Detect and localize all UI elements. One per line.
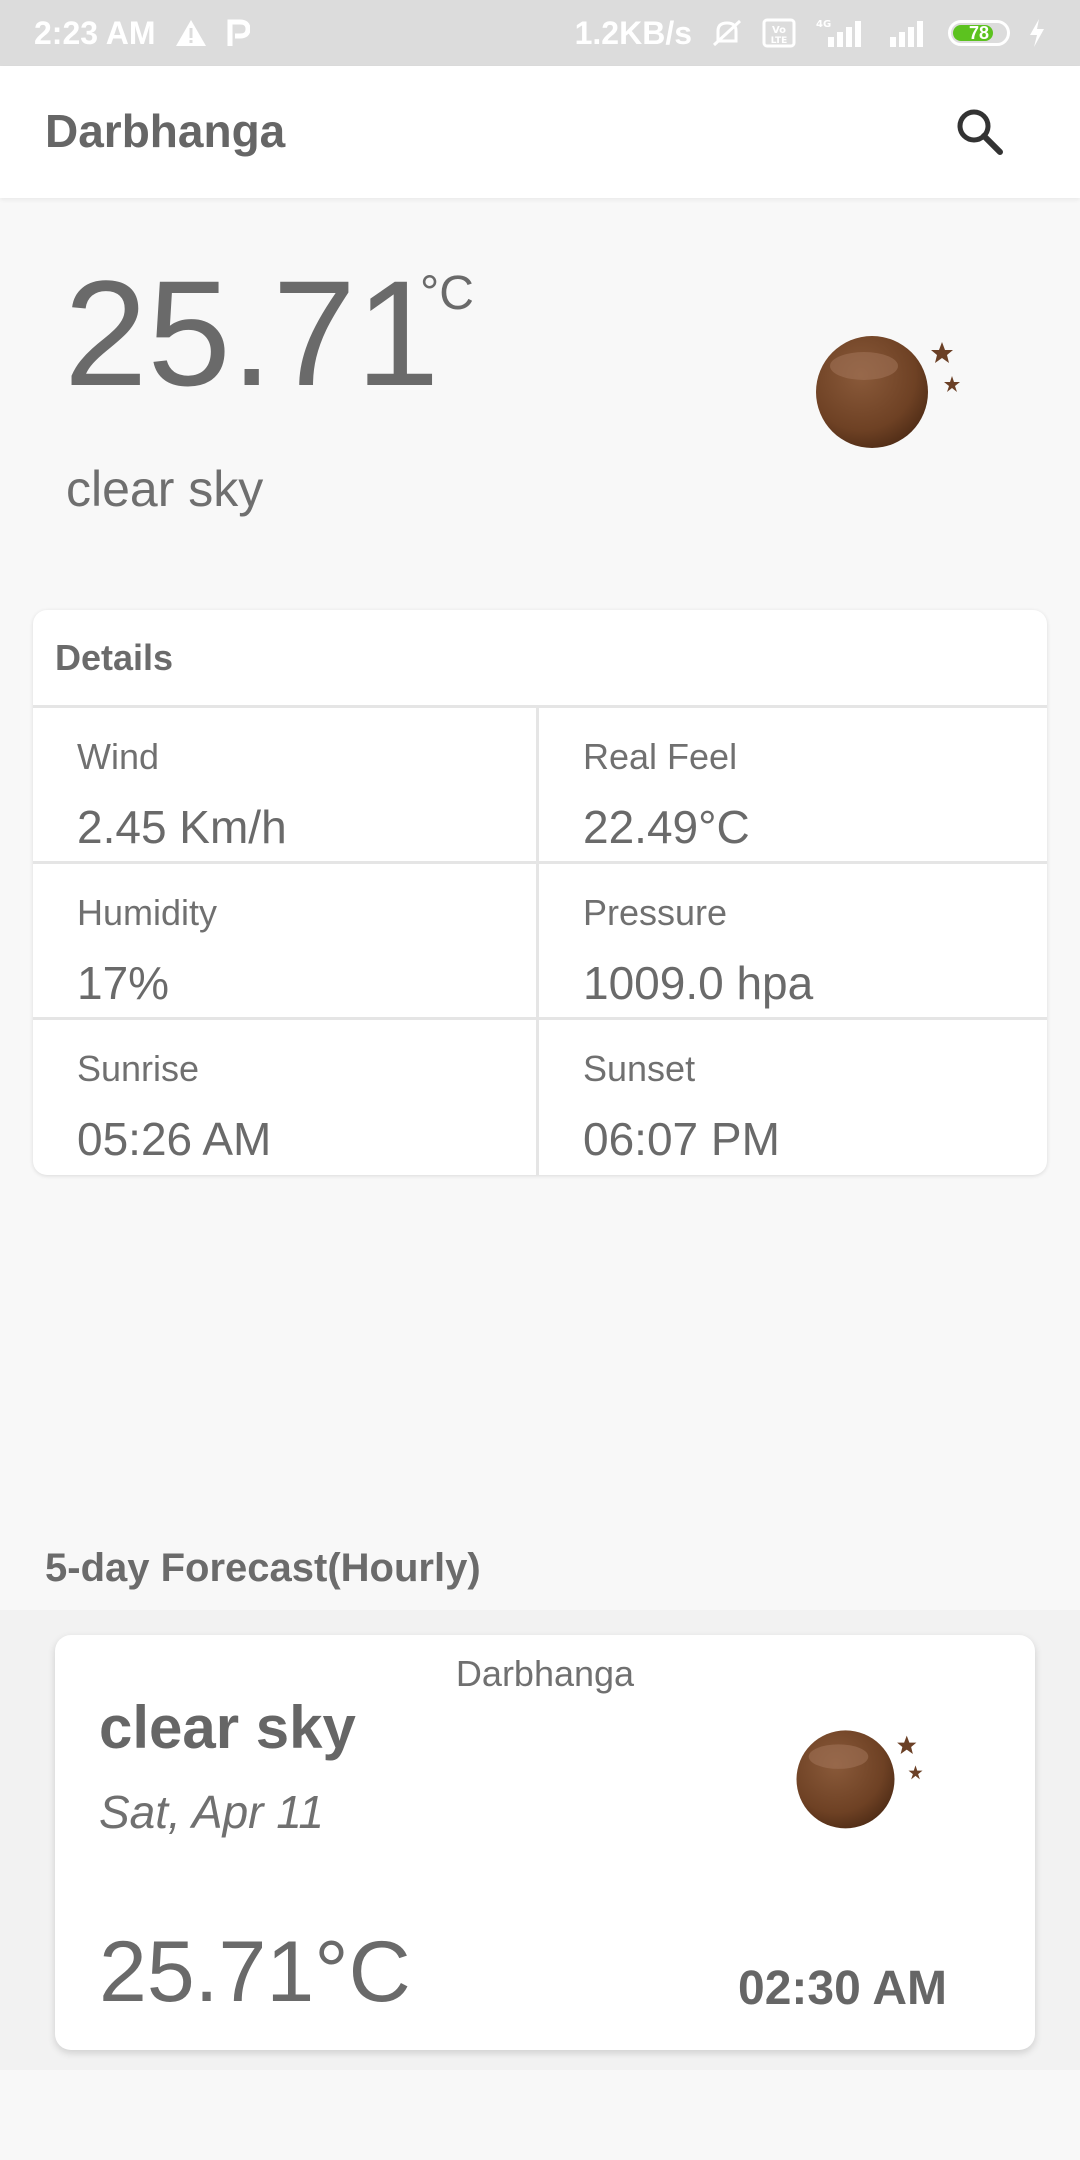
signal-icon <box>888 17 930 49</box>
svg-text:LTE: LTE <box>771 36 788 46</box>
forecast-card[interactable]: Darbhanga clear sky Sat, Apr 11 25.71°C … <box>55 1635 1035 2050</box>
detail-value: 05:26 AM <box>77 1113 272 1165</box>
detail-value: 2.45 Km/h <box>77 801 287 853</box>
warning-icon <box>174 18 208 48</box>
detail-humidity: Humidity 17% <box>33 864 539 1020</box>
detail-label: Pressure <box>583 892 728 933</box>
status-bar-left: 2:23 AM <box>34 15 250 52</box>
detail-label: Sunrise <box>77 1048 200 1089</box>
current-temperature: 25.71 <box>64 249 440 417</box>
forecast-description: clear sky <box>99 1694 356 1761</box>
parking-icon <box>226 18 250 48</box>
details-title: Details <box>33 610 1047 708</box>
mute-icon <box>710 17 744 49</box>
volte-icon: Vo LTE <box>762 17 796 49</box>
detail-label: Wind <box>77 736 160 777</box>
search-button[interactable] <box>945 97 1015 167</box>
battery-icon: 78 <box>948 20 1010 46</box>
battery-level: 78 <box>968 22 990 43</box>
search-icon <box>957 109 1003 155</box>
forecast-time: 02:30 AM <box>738 1962 947 2015</box>
detail-value: 17% <box>77 957 170 1009</box>
status-time: 2:23 AM <box>34 14 156 51</box>
detail-real-feel: Real Feel 22.49°C <box>539 708 1047 864</box>
detail-value: 06:07 PM <box>583 1113 780 1165</box>
detail-value: 1009.0 hpa <box>583 957 814 1009</box>
detail-pressure: Pressure 1009.0 hpa <box>539 864 1047 1020</box>
signal-4g-icon: 4G <box>814 17 870 49</box>
status-bar-right: 1.2KB/s Vo LTE 4G 78 <box>575 15 1046 52</box>
moon-stars-icon <box>812 330 972 465</box>
current-temperature-unit: °C <box>420 267 474 320</box>
network-speed: 1.2KB/s <box>574 14 692 51</box>
details-card: Details Wind 2.45 Km/h Real Feel 22.49°C… <box>33 610 1047 1175</box>
detail-label: Humidity <box>77 892 218 933</box>
forecast-date: Sat, Apr 11 <box>99 1786 325 1838</box>
detail-sunrise: Sunrise 05:26 AM <box>33 1020 539 1175</box>
forecast-heading: 5-day Forecast(Hourly) <box>45 1546 481 1590</box>
forecast-temperature: 25.71°C <box>99 1924 411 2020</box>
detail-label: Real Feel <box>583 736 738 777</box>
detail-label: Sunset <box>583 1048 696 1089</box>
svg-text:4G: 4G <box>816 19 831 30</box>
detail-wind: Wind 2.45 Km/h <box>33 708 539 864</box>
page-title: Darbhanga <box>45 105 286 157</box>
app-bar: Darbhanga <box>0 66 1080 198</box>
details-grid: Wind 2.45 Km/h Real Feel 22.49°C Humidit… <box>33 708 1047 1175</box>
charging-icon <box>1028 18 1046 48</box>
detail-value: 22.49°C <box>583 801 750 853</box>
moon-stars-icon <box>793 1723 933 1846</box>
status-bar: 2:23 AM 1.2KB/s Vo LTE 4G 78 <box>0 0 1080 66</box>
detail-sunset: Sunset 06:07 PM <box>539 1020 1047 1175</box>
svg-text:Vo: Vo <box>772 25 786 36</box>
current-description: clear sky <box>66 461 264 517</box>
forecast-city: Darbhanga <box>455 1653 635 1694</box>
